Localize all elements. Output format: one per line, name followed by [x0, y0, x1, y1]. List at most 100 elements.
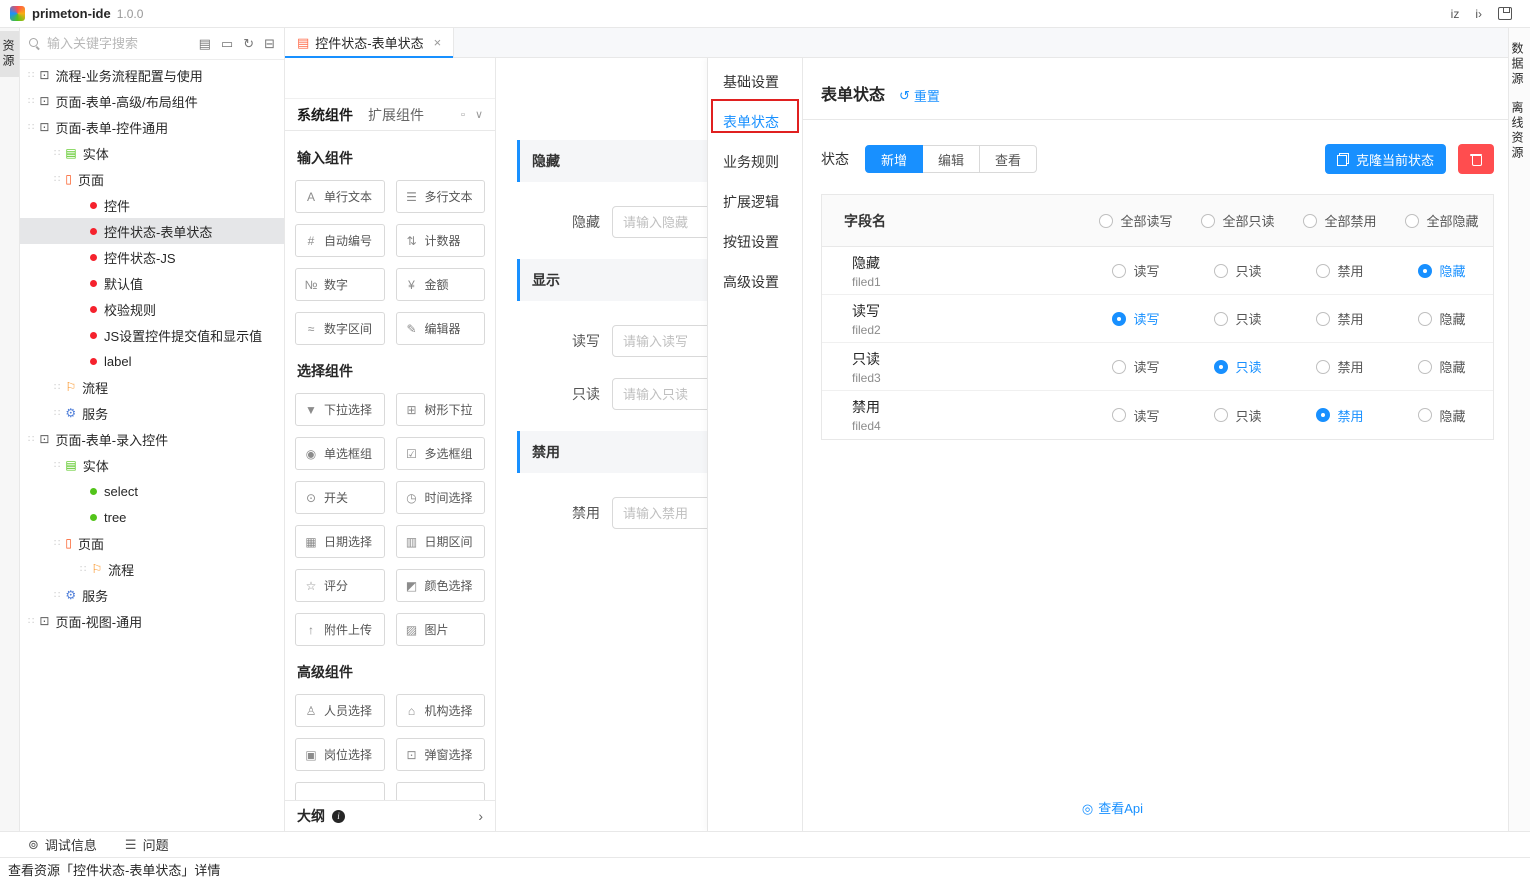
palette-tab-系统组件[interactable]: 系统组件 [297, 105, 353, 125]
state-button-查看[interactable]: 查看 [979, 145, 1037, 173]
save-icon[interactable] [1498, 7, 1512, 20]
radio-option-禁用[interactable]: 禁用 [1316, 261, 1363, 280]
radio-icon[interactable] [1214, 264, 1228, 278]
palette-item-单行文本[interactable]: A单行文本 [295, 180, 385, 213]
tree-item-页面-表单-控件通用[interactable]: ∷⊡页面-表单-控件通用 [20, 114, 284, 140]
tree-item-流程-业务流程配置与使用[interactable]: ∷⊡流程-业务流程配置与使用 [20, 62, 284, 88]
radio-icon[interactable] [1099, 214, 1113, 228]
bulk-option-全部读写[interactable]: 全部读写 [1099, 211, 1172, 230]
tree-item-JS设置控件提交值和显示值[interactable]: JS设置控件提交值和显示值 [20, 322, 284, 348]
reset-button[interactable]: ↺ 重置 [899, 86, 940, 105]
radio-option-读写[interactable]: 读写 [1112, 357, 1159, 376]
right-rail-tab-数据源[interactable]: 数据源 [1509, 42, 1530, 87]
locate-icon[interactable]: ▤ [199, 36, 211, 52]
editor-tab[interactable]: ▤ 控件状态-表单状态 × [285, 28, 454, 57]
settings-nav-高级设置[interactable]: 高级设置 [708, 262, 802, 302]
radio-icon[interactable] [1316, 408, 1330, 422]
palette-item-多行文本[interactable]: ☰多行文本 [396, 180, 486, 213]
radio-icon[interactable] [1418, 408, 1432, 422]
palette-item-机构选择[interactable]: ⌂机构选择 [396, 694, 486, 727]
collapse-all-icon[interactable]: ⊟ [264, 36, 275, 52]
palette-item-图片[interactable]: ▨图片 [396, 613, 486, 646]
tree-item-页面-视图-通用[interactable]: ∷⊡页面-视图-通用 [20, 608, 284, 634]
right-rail-tab-离线资源[interactable]: 离线资源 [1509, 101, 1530, 161]
tree-item-页面-表单-高级/布局组件[interactable]: ∷⊡页面-表单-高级/布局组件 [20, 88, 284, 114]
radio-icon[interactable] [1405, 214, 1419, 228]
radio-icon[interactable] [1418, 264, 1432, 278]
radio-icon[interactable] [1418, 312, 1432, 326]
radio-option-读写[interactable]: 读写 [1112, 406, 1159, 425]
radio-icon[interactable] [1316, 312, 1330, 326]
settings-nav-表单状态[interactable]: 表单状态 [708, 102, 802, 142]
form-field-input-读写[interactable] [612, 325, 707, 357]
palette-item-附件上传[interactable]: ↑附件上传 [295, 613, 385, 646]
palette-item-树形下拉[interactable]: ⊞树形下拉 [396, 393, 486, 426]
tree-item-流程[interactable]: ∷⚐流程 [20, 556, 284, 582]
state-button-编辑[interactable]: 编辑 [922, 145, 980, 173]
palette-item-人员选择[interactable]: ♙人员选择 [295, 694, 385, 727]
chevron-down-icon[interactable]: ∨ [475, 108, 483, 121]
palette-item-数字区间[interactable]: ≈数字区间 [295, 312, 385, 345]
radio-icon[interactable] [1316, 264, 1330, 278]
palette-item-单选框组[interactable]: ◉单选框组 [295, 437, 385, 470]
radio-option-只读[interactable]: 只读 [1214, 406, 1261, 425]
delete-state-button[interactable] [1458, 144, 1494, 174]
palette-item-下拉选择[interactable]: ▼下拉选择 [295, 393, 385, 426]
bulk-option-全部只读[interactable]: 全部只读 [1201, 211, 1274, 230]
chevron-right-icon[interactable]: › [478, 808, 483, 824]
bottom-bar-调试信息[interactable]: ⊚调试信息 [28, 835, 97, 854]
palette-item-日期选择[interactable]: ▦日期选择 [295, 525, 385, 558]
bulk-option-全部隐藏[interactable]: 全部隐藏 [1405, 211, 1478, 230]
bulk-option-全部禁用[interactable]: 全部禁用 [1303, 211, 1376, 230]
radio-icon[interactable] [1214, 312, 1228, 326]
step-icon-1[interactable]: iz [1451, 7, 1460, 21]
tree-item-默认值[interactable]: 默认值 [20, 270, 284, 296]
settings-nav-扩展逻辑[interactable]: 扩展逻辑 [708, 182, 802, 222]
tree-item-页面[interactable]: ∷▯页面 [20, 530, 284, 556]
radio-option-隐藏[interactable]: 隐藏 [1418, 261, 1465, 280]
tree-item-控件状态-表单状态[interactable]: 控件状态-表单状态 [20, 218, 284, 244]
radio-option-只读[interactable]: 只读 [1214, 309, 1261, 328]
radio-option-隐藏[interactable]: 隐藏 [1418, 406, 1465, 425]
tree-item-页面-表单-录入控件[interactable]: ∷⊡页面-表单-录入控件 [20, 426, 284, 452]
palette-item-多选框组[interactable]: ☑多选框组 [396, 437, 486, 470]
form-field-input-隐藏[interactable] [612, 206, 707, 238]
refresh-icon[interactable]: ↻ [243, 36, 254, 52]
tree-item-select[interactable]: select [20, 478, 284, 504]
radio-icon[interactable] [1201, 214, 1215, 228]
radio-icon[interactable] [1112, 264, 1126, 278]
radio-option-隐藏[interactable]: 隐藏 [1418, 309, 1465, 328]
radio-icon[interactable] [1112, 408, 1126, 422]
tree-item-服务[interactable]: ∷⚙服务 [20, 582, 284, 608]
settings-nav-按钮设置[interactable]: 按钮设置 [708, 222, 802, 262]
radio-option-读写[interactable]: 读写 [1112, 309, 1159, 328]
tree-item-页面[interactable]: ∷▯页面 [20, 166, 284, 192]
search-input[interactable] [47, 36, 192, 51]
settings-nav-基础设置[interactable]: 基础设置 [708, 62, 802, 102]
rail-tab-resources[interactable]: 资源 [0, 31, 19, 77]
bottom-bar-问题[interactable]: ☰问题 [125, 835, 169, 854]
tree-item-实体[interactable]: ∷▤实体 [20, 140, 284, 166]
palette-item-partial[interactable] [295, 782, 385, 800]
settings-nav-业务规则[interactable]: 业务规则 [708, 142, 802, 182]
form-field-input-禁用[interactable] [612, 497, 707, 529]
palette-item-评分[interactable]: ☆评分 [295, 569, 385, 602]
radio-icon[interactable] [1112, 360, 1126, 374]
radio-option-禁用[interactable]: 禁用 [1316, 357, 1363, 376]
folder-icon[interactable]: ▭ [221, 36, 233, 52]
radio-icon[interactable] [1214, 360, 1228, 374]
outline-bar[interactable]: 大纲 i › [285, 800, 495, 831]
palette-item-日期区间[interactable]: ▥日期区间 [396, 525, 486, 558]
palette-item-开关[interactable]: ⊙开关 [295, 481, 385, 514]
radio-option-读写[interactable]: 读写 [1112, 261, 1159, 280]
radio-icon[interactable] [1214, 408, 1228, 422]
palette-item-岗位选择[interactable]: ▣岗位选择 [295, 738, 385, 771]
palette-item-编辑器[interactable]: ✎编辑器 [396, 312, 486, 345]
clone-state-button[interactable]: 克隆当前状态 [1325, 144, 1446, 174]
radio-option-只读[interactable]: 只读 [1214, 261, 1261, 280]
state-button-新增[interactable]: 新增 [865, 145, 923, 173]
view-api-link[interactable]: ◎查看Api [803, 798, 1422, 817]
form-field-input-只读[interactable] [612, 378, 707, 410]
tab-close-icon[interactable]: × [434, 35, 442, 50]
tree-item-实体[interactable]: ∷▤实体 [20, 452, 284, 478]
